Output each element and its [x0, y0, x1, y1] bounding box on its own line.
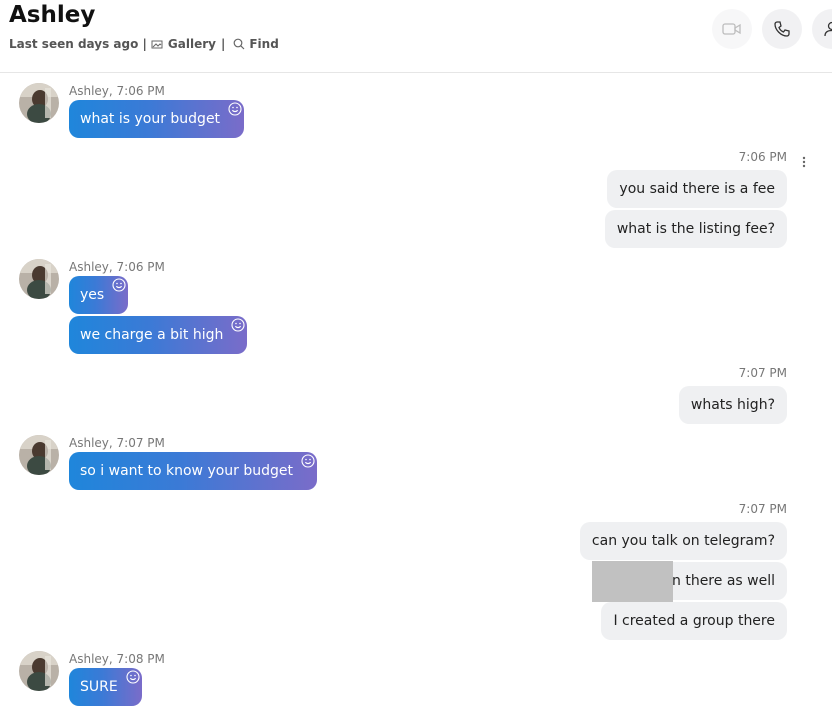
smiley-icon[interactable] — [228, 102, 242, 116]
incoming-message[interactable]: what is your budget — [69, 100, 245, 138]
search-icon — [233, 38, 245, 50]
redacted-block — [592, 561, 673, 602]
chat-header: Ashley Last seen days ago | Gallery | Fi… — [0, 0, 832, 73]
outgoing-message[interactable]: can you talk on telegram? — [579, 522, 787, 560]
incoming-message[interactable]: we charge a bit high — [69, 316, 248, 354]
find-link[interactable]: Find — [233, 37, 279, 51]
message-time: 7:06 PM — [738, 150, 787, 164]
incoming-message[interactable]: SURE — [69, 668, 142, 706]
avatar[interactable] — [19, 435, 59, 475]
avatar-image — [19, 259, 59, 299]
video-call-button[interactable] — [712, 9, 752, 49]
smiley-icon[interactable] — [126, 670, 140, 684]
message-text: we charge a bit high — [80, 327, 224, 343]
gallery-icon — [151, 40, 163, 48]
last-seen-text: Last seen days ago | — [9, 37, 147, 51]
avatar[interactable] — [19, 651, 59, 691]
message-text: I created a group there — [613, 613, 775, 629]
avatar[interactable] — [19, 259, 59, 299]
message-meta: Ashley, 7:06 PM — [69, 260, 165, 274]
message-text: so i want to know your budget — [80, 463, 294, 479]
outgoing-message[interactable]: I created a group there — [601, 602, 787, 640]
chat-subline: Last seen days ago | Gallery | Find — [9, 37, 279, 51]
message-text: what is the listing fee? — [616, 221, 775, 237]
find-label: Find — [249, 37, 279, 51]
message-meta: Ashley, 7:06 PM — [69, 84, 165, 98]
gallery-label: Gallery — [167, 37, 216, 51]
message-time: 7:07 PM — [738, 502, 787, 516]
more-options-icon[interactable] — [800, 154, 808, 170]
gallery-link[interactable]: Gallery — [151, 37, 216, 51]
outgoing-message[interactable]: what is the listing fee? — [604, 210, 787, 248]
message-meta: Ashley, 7:07 PM — [69, 436, 165, 450]
incoming-message[interactable]: yes — [69, 276, 129, 314]
message-text: what is your budget — [80, 111, 221, 127]
phone-icon — [774, 21, 790, 37]
outgoing-message[interactable]: you said there is a fee — [607, 170, 787, 208]
outgoing-message[interactable]: whats high? — [678, 386, 787, 424]
message-text: can you talk on telegram? — [591, 533, 775, 549]
header-separator: | — [220, 37, 226, 51]
video-call-icon — [722, 23, 741, 35]
message-text: whats high? — [690, 397, 775, 413]
incoming-message[interactable]: so i want to know your budget — [69, 452, 318, 490]
avatar[interactable] — [19, 83, 59, 123]
message-text: SURE — [80, 679, 118, 695]
person-icon — [824, 21, 832, 37]
message-meta: Ashley, 7:08 PM — [69, 652, 165, 666]
avatar-image — [19, 435, 59, 475]
add-people-button[interactable] — [812, 9, 832, 49]
smiley-icon[interactable] — [231, 318, 245, 332]
avatar-image — [19, 651, 59, 691]
smiley-icon[interactable] — [112, 278, 126, 292]
audio-call-button[interactable] — [762, 9, 802, 49]
chat-title[interactable]: Ashley — [9, 2, 95, 28]
message-text: you said there is a fee — [619, 181, 775, 197]
message-time: 7:07 PM — [738, 366, 787, 380]
avatar-image — [19, 83, 59, 123]
message-text: yes — [80, 287, 105, 303]
smiley-icon[interactable] — [301, 454, 315, 468]
